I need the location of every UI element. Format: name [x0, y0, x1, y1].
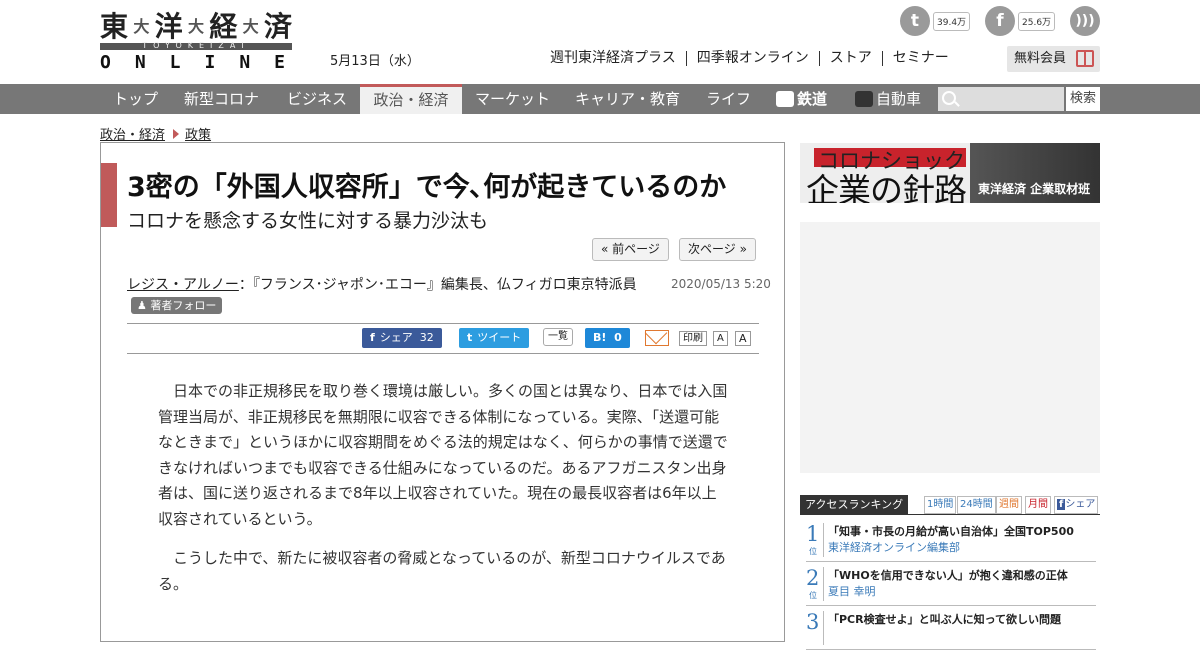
- rank-article-author: 東洋経済オンライン編集部: [828, 541, 960, 554]
- nav-life[interactable]: ライフ: [706, 84, 751, 114]
- rss-link[interactable]: ))): [1070, 6, 1100, 36]
- nav-career[interactable]: キャリア・教育: [575, 84, 680, 114]
- banner-line3: 東洋経済 企業取材班: [978, 182, 1091, 196]
- rank-article-title: 「PCR検査せよ」と叫ぶ人に知って欲しい問題: [828, 613, 1062, 626]
- car-icon: [855, 91, 873, 107]
- article: 3密の「外国人収容所」で今､何が起きているのか コロナを懸念する女性に対する暴力…: [100, 142, 785, 642]
- link-store[interactable]: ストア: [818, 51, 882, 66]
- breadcrumb-arrow-icon: [173, 129, 180, 139]
- facebook-follow[interactable]: f 25.6万: [985, 6, 1056, 36]
- rank-number: 1: [806, 522, 820, 546]
- article-title: 3密の「外国人収容所」で今､何が起きているのか: [127, 172, 727, 203]
- twitter-icon: t: [467, 331, 473, 344]
- site-header: 東大 洋大 経大 済 TOYOKEIZAI ONLINE 5月13日（水） t …: [0, 0, 1200, 84]
- logo-sub: TOYOKEIZAI: [142, 41, 250, 50]
- font-small-button[interactable]: A: [713, 331, 728, 346]
- gift-icon: [1076, 50, 1094, 67]
- access-ranking: アクセスランキング 1時間 24時間 週間 月間 f シェア 1 位 「知事・市長…: [800, 495, 1100, 650]
- rss-icon: ))): [1070, 6, 1100, 36]
- link-shikiho[interactable]: 四季報オンライン: [685, 51, 819, 66]
- link-weekly-plus[interactable]: 週刊東洋経済プラス: [550, 51, 686, 66]
- share-bar: f シェア 32 t ツイート 一覧 B! 0 印刷 A A: [127, 328, 759, 350]
- top-links: 週刊東洋経済プラス 四季報オンライン ストア セミナー: [550, 51, 959, 66]
- ranking-tab-share[interactable]: f シェア: [1054, 496, 1099, 514]
- corona-shock-banner[interactable]: コロナショック 企業の針路 東洋経済 企業取材班: [800, 143, 1100, 203]
- nav-covid[interactable]: 新型コロナ: [184, 84, 259, 114]
- rank-article-author: 夏目 幸明: [828, 585, 876, 598]
- ranking-tab-1h[interactable]: 1時間: [924, 496, 957, 514]
- rank-number: 2: [806, 566, 820, 590]
- ranking-item[interactable]: 3 「PCR検査せよ」と叫ぶ人に知って欲しい問題: [806, 608, 1096, 650]
- nav-market[interactable]: マーケット: [475, 84, 550, 114]
- free-member-button[interactable]: 無料会員: [1007, 46, 1100, 72]
- author-description: ：『フランス･ジャポン･エコー』編集長、仏フィガロ東京特派員: [238, 277, 637, 293]
- link-seminar[interactable]: セミナー: [881, 51, 959, 66]
- author-follow-button[interactable]: ♟ 著者フォロー: [131, 297, 223, 314]
- ranking-tab-month[interactable]: 月間: [1025, 496, 1051, 514]
- article-paragraph: こうした中で、新たに被収容者の脅威となっているのが、新型コロナウイルスである。: [158, 549, 726, 593]
- publish-date: 2020/05/13 5:20: [671, 277, 771, 291]
- ranking-item[interactable]: 2 位 「WHOを信用できない人」が抱く違和感の正体 夏目 幸明: [806, 564, 1096, 606]
- current-date: 5月13日（水）: [330, 54, 420, 69]
- breadcrumb-policy[interactable]: 政策: [185, 128, 211, 143]
- next-page-button[interactable]: 次ページ »: [679, 238, 756, 261]
- facebook-count: 25.6万: [1018, 11, 1056, 31]
- banner-line2: 企業の針路: [806, 171, 967, 203]
- breadcrumb: 政治・経済 政策: [100, 124, 211, 143]
- nav-top[interactable]: トップ: [113, 84, 158, 114]
- nav-car[interactable]: 自動車: [855, 84, 921, 114]
- nav-railway[interactable]: 鉄道: [776, 84, 827, 114]
- ranking-item[interactable]: 1 位 「知事・市長の月給が高い自治体」全国TOP500 東洋経済オンライン編集…: [806, 520, 1096, 562]
- twitter-follow[interactable]: t 39.4万: [900, 6, 971, 36]
- search-icon: [942, 91, 956, 105]
- article-subtitle: コロナを懸念する女性に対する暴力沙汰も: [127, 210, 489, 232]
- author-name[interactable]: レジス・アルノー: [127, 277, 239, 293]
- rank-article-title: 「WHOを信用できない人」が抱く違和感の正体: [828, 569, 1068, 582]
- ad-placeholder: [800, 222, 1100, 473]
- ranking-tab-24h[interactable]: 24時間: [957, 496, 996, 514]
- search-button[interactable]: 検索: [1066, 87, 1100, 111]
- mail-icon[interactable]: [645, 330, 669, 346]
- font-large-button[interactable]: A: [735, 331, 751, 346]
- search-input[interactable]: [938, 87, 1064, 111]
- logo-kanji: 東大 洋大 経大 済: [100, 10, 292, 43]
- logo-online: ONLINE: [100, 52, 310, 73]
- article-body: 日本での非正規移民を取り巻く環境は厳しい。多くの国とは異なり、日本では入国管理当…: [158, 379, 728, 611]
- prev-page-button[interactable]: « 前ページ: [592, 238, 669, 261]
- facebook-icon: f: [985, 6, 1015, 36]
- tweet-list-link[interactable]: 一覧: [543, 328, 573, 346]
- breadcrumb-politics-economy[interactable]: 政治・経済: [100, 128, 165, 143]
- ranking-title: アクセスランキング: [800, 495, 909, 515]
- title-accent: [101, 163, 117, 227]
- site-logo[interactable]: 東大 洋大 経大 済 TOYOKEIZAI ONLINE: [100, 8, 310, 73]
- twitter-icon: t: [900, 6, 930, 36]
- ranking-tab-week[interactable]: 週間: [996, 496, 1022, 514]
- author-info: レジス・アルノー：『フランス･ジャポン･エコー』編集長、仏フィガロ東京特派員 ♟…: [127, 275, 647, 317]
- print-button[interactable]: 印刷: [679, 331, 707, 346]
- train-icon: [776, 91, 794, 107]
- hatena-bookmark-button[interactable]: B! 0: [585, 328, 630, 348]
- rank-article-title: 「知事・市長の月給が高い自治体」全国TOP500: [828, 525, 1074, 538]
- tweet-button[interactable]: t ツイート: [459, 328, 530, 348]
- rank-number: 3: [806, 610, 820, 634]
- facebook-share-button[interactable]: f シェア 32: [362, 328, 442, 348]
- nav-business[interactable]: ビジネス: [287, 84, 347, 114]
- facebook-icon: f: [370, 331, 375, 344]
- article-paragraph: 日本での非正規移民を取り巻く環境は厳しい。多くの国とは異なり、日本では入国管理当…: [158, 382, 728, 528]
- nav-politics-economy[interactable]: 政治・経済: [360, 84, 462, 114]
- twitter-count: 39.4万: [933, 11, 971, 31]
